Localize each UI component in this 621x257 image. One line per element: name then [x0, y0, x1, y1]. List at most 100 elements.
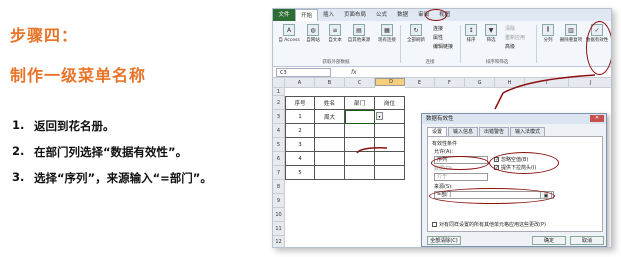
- table-header-cell[interactable]: 部门: [345, 96, 375, 110]
- apply-all-checkbox[interactable]: 对有同样设置的所有其他单元格应用这些更改(P): [432, 221, 546, 228]
- from-other-button[interactable]: ▤ 自其他来源: [345, 24, 373, 43]
- checkbox-unchecked-icon: [432, 222, 437, 227]
- tab-settings[interactable]: 设置: [427, 127, 448, 136]
- annotation-circle-validation-button: [586, 21, 611, 75]
- fx-icon[interactable]: fx: [351, 69, 357, 76]
- select-all-corner[interactable]: [273, 78, 285, 88]
- table-cell[interactable]: 4: [285, 152, 315, 166]
- row-header[interactable]: 3: [273, 110, 285, 124]
- row-header[interactable]: 5: [273, 138, 285, 152]
- remove-duplicates-button[interactable]: ▥ 删除重复项: [559, 24, 583, 43]
- table-cell[interactable]: [375, 152, 405, 166]
- row-header[interactable]: 8: [273, 180, 285, 194]
- from-access-label: 自 Access: [278, 38, 300, 43]
- row-header[interactable]: 10: [273, 208, 285, 222]
- row-header[interactable]: 1: [273, 88, 285, 96]
- table-cell[interactable]: [375, 166, 405, 180]
- edit-links-link[interactable]: 编辑链接: [433, 43, 453, 50]
- ribbon: A自 Access ◍ 自网站 ≡ 自文本 ▤ 自其他来源 ▦ 现有连接 获取外部数据 …: [273, 21, 611, 67]
- table-header-cell[interactable]: 岗位: [375, 96, 405, 110]
- properties-link[interactable]: 属性: [433, 34, 443, 41]
- existing-connections-button[interactable]: ▦ 现有连接: [373, 24, 401, 43]
- column-header[interactable]: E: [405, 78, 435, 88]
- sort-button[interactable]: ↕ 排序: [461, 24, 481, 43]
- table-cell[interactable]: [345, 138, 375, 152]
- reapply-link[interactable]: 重新应用: [505, 34, 525, 41]
- text-file-icon: ≡: [329, 24, 341, 36]
- table-cell[interactable]: [345, 124, 375, 138]
- row-header[interactable]: 9: [273, 194, 285, 208]
- tab-insert[interactable]: 插入: [318, 9, 339, 21]
- table-cell[interactable]: [345, 152, 375, 166]
- column-header[interactable]: I: [525, 78, 569, 88]
- dialog-tabs: 设置 输入信息 出错警告 输入法模式: [427, 127, 546, 136]
- from-text-label: 自文本: [328, 38, 342, 43]
- table-cell[interactable]: 1: [285, 110, 315, 124]
- tab-page-layout[interactable]: 页面布局: [339, 9, 371, 21]
- sort-icon: ↕: [465, 24, 477, 36]
- tab-input-message[interactable]: 输入信息: [448, 127, 479, 136]
- dialog-body: 有效性条件 允许(A): 序列 ✓ 忽略空值(B) ✓ 提供下拉箭头(I) 数据(D…: [427, 136, 603, 232]
- row-header[interactable]: 11: [273, 222, 285, 236]
- table-cell[interactable]: [375, 110, 405, 124]
- filter-button[interactable]: ▼ 筛选: [481, 24, 501, 43]
- tab-data[interactable]: 数据: [392, 9, 413, 21]
- text-to-columns-button[interactable]: ⫼ 分列: [537, 24, 559, 43]
- refresh-icon: ↻: [410, 24, 422, 36]
- column-header[interactable]: J: [569, 78, 611, 88]
- table-cell[interactable]: [315, 152, 345, 166]
- table-header-cell[interactable]: 序号: [285, 96, 315, 110]
- table-header-cell[interactable]: 姓名: [315, 96, 345, 110]
- tab-formulas[interactable]: 公式: [371, 9, 392, 21]
- table-cell[interactable]: [315, 138, 345, 152]
- from-web-label: 自网站: [306, 38, 320, 43]
- table-cell[interactable]: [375, 138, 405, 152]
- table-cell[interactable]: [315, 124, 345, 138]
- clear-link[interactable]: 清除: [505, 25, 515, 32]
- ok-button[interactable]: 确定: [532, 236, 566, 245]
- sort-label: 排序: [466, 38, 476, 43]
- data-select[interactable]: 介于: [434, 173, 488, 181]
- cancel-button[interactable]: 取消: [570, 236, 604, 245]
- tab-file[interactable]: 文件: [273, 9, 295, 21]
- group-label-external-data: 获取外部数据: [322, 60, 350, 65]
- table-cell[interactable]: 周大: [315, 110, 345, 124]
- row-header[interactable]: 4: [273, 124, 285, 138]
- dialog-title-bar: 数据有效性 ✕: [422, 114, 606, 124]
- connections-link[interactable]: 连接: [433, 25, 443, 32]
- remove-duplicates-icon: ▥: [565, 24, 577, 36]
- column-header[interactable]: F: [435, 78, 465, 88]
- column-header[interactable]: C: [345, 78, 375, 88]
- row-header[interactable]: 12: [273, 236, 285, 247]
- column-header[interactable]: B: [315, 78, 345, 88]
- step-number: 1.: [12, 118, 25, 132]
- name-box[interactable]: C3: [276, 67, 331, 77]
- table-cell[interactable]: 5: [285, 166, 315, 180]
- column-header[interactable]: A: [285, 78, 315, 88]
- annotation-circle-source: [429, 188, 555, 204]
- group-label-sort-filter: 排序和筛选: [485, 60, 509, 65]
- column-header-selected[interactable]: D: [375, 78, 405, 86]
- column-header[interactable]: H: [495, 78, 525, 88]
- from-other-label: 自其他来源: [347, 38, 371, 43]
- row-header[interactable]: 2: [273, 96, 285, 110]
- row-header[interactable]: 7: [273, 166, 285, 180]
- active-cell-department[interactable]: [345, 110, 375, 124]
- close-icon[interactable]: ✕: [590, 115, 604, 122]
- formula-bar: C3 fx: [273, 67, 611, 78]
- table-cell[interactable]: 2: [285, 124, 315, 138]
- column-header[interactable]: G: [465, 78, 495, 88]
- tab-home[interactable]: 开始: [295, 9, 319, 21]
- tab-ime-mode[interactable]: 输入法模式: [510, 127, 546, 136]
- tab-error-alert[interactable]: 出错警告: [479, 127, 510, 136]
- row-header[interactable]: 6: [273, 152, 285, 166]
- table-cell[interactable]: [315, 166, 345, 180]
- table-cell[interactable]: [345, 166, 375, 180]
- table-cell[interactable]: 3: [285, 138, 315, 152]
- advanced-link[interactable]: 高级: [505, 43, 515, 50]
- step-item: 1. 返回到花名册。: [12, 118, 212, 144]
- table-cell[interactable]: [375, 124, 405, 138]
- clear-all-button[interactable]: 全部清除(C): [427, 236, 461, 245]
- existing-connections-label: 现有连接: [378, 38, 396, 43]
- refresh-all-button[interactable]: ↻ 全部刷新: [402, 24, 430, 43]
